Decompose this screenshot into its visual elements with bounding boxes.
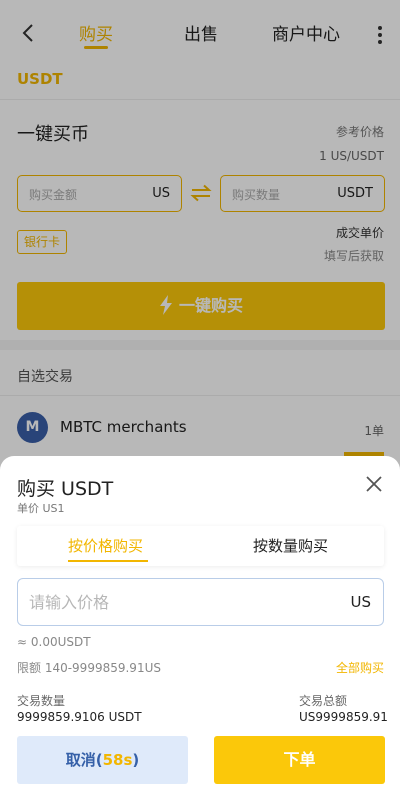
unit-price-text: 单价 US1	[17, 502, 65, 515]
approx-usdt-text: ≈ 0.00USDT	[17, 635, 91, 649]
buy-all-link[interactable]: 全部购买	[336, 659, 384, 676]
trade-quantity-value: 9999859.9106 USDT	[17, 710, 142, 724]
place-order-button[interactable]: 下单	[214, 736, 385, 784]
price-unit: US	[350, 593, 371, 611]
trade-total-value: US9999859.91	[299, 710, 388, 724]
price-input[interactable]	[29, 590, 329, 614]
price-input-box: US	[17, 578, 384, 626]
sheet-title: 购买 USDT	[17, 478, 114, 500]
trade-quantity-label: 交易数量	[17, 694, 66, 708]
cancel-button[interactable]: 取消(58s)	[17, 736, 188, 784]
tab-buy-by-price[interactable]: 按价格购买	[68, 535, 143, 556]
tab-buy-by-quantity[interactable]: 按数量购买	[253, 535, 328, 556]
buy-bottom-sheet: 购买 USDT 单价 US1 按价格购买 按数量购买 US ≈ 0.00USDT…	[0, 456, 400, 799]
cancel-label-close: )	[132, 751, 140, 769]
close-icon[interactable]	[364, 474, 384, 494]
trade-total-label: 交易总额	[299, 694, 348, 708]
cancel-label: 取消(	[65, 751, 103, 769]
limit-text: 限额 140-9999859.91US	[17, 661, 161, 675]
cancel-countdown: 58s	[102, 751, 133, 769]
buy-mode-active-indicator	[68, 560, 148, 562]
buy-mode-tabs: 按价格购买 按数量购买	[17, 526, 384, 566]
